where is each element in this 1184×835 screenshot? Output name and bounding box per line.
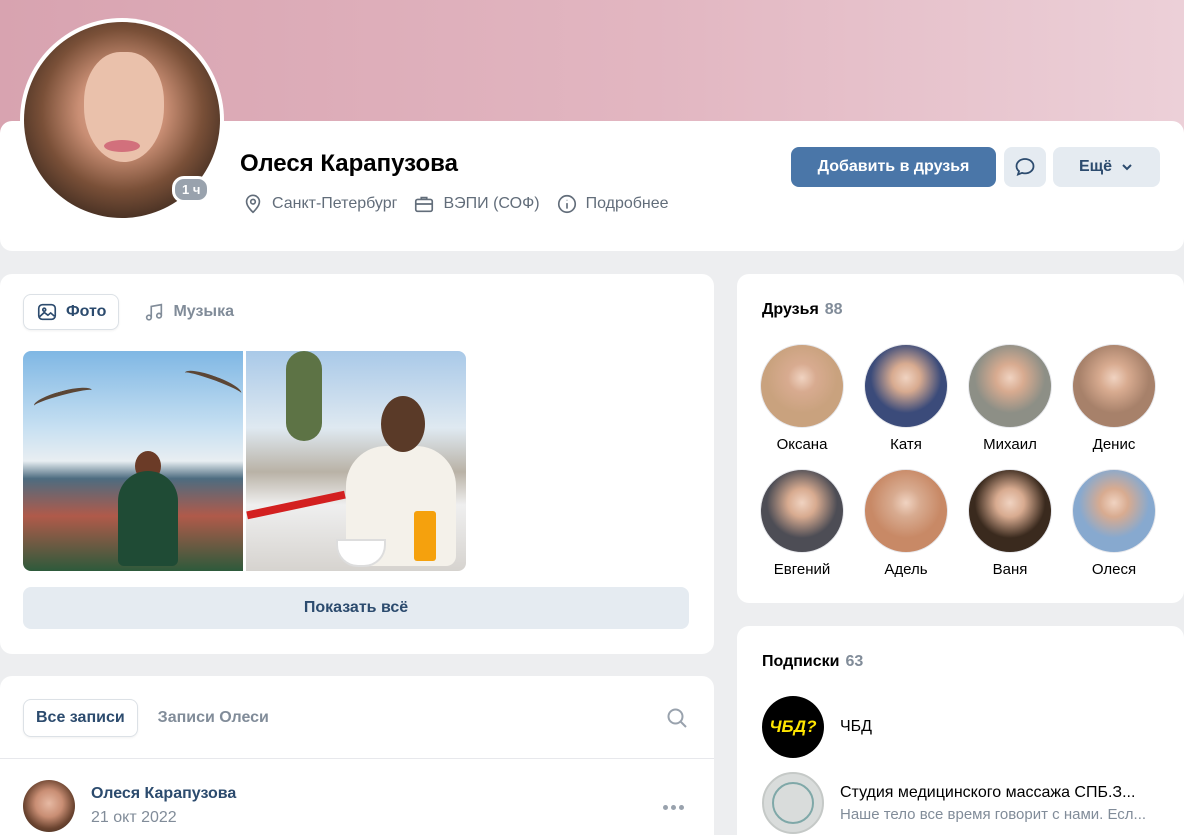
subscription-description: Наше тело все время говорит с нами. Есл.…	[840, 805, 1147, 823]
info-icon	[557, 194, 576, 214]
friend-avatar	[968, 469, 1052, 553]
add-friend-button[interactable]: Добавить в друзья	[791, 147, 996, 187]
details-label: Подробнее	[585, 195, 669, 212]
subscription-name: ЧБД	[840, 718, 872, 735]
subscription-item[interactable]: ЧБД? ЧБД	[762, 696, 1160, 758]
tab-all-posts[interactable]: Все записи	[23, 699, 138, 737]
friends-title[interactable]: Друзья 88	[762, 301, 843, 319]
friends-count: 88	[824, 301, 843, 318]
friend-avatar	[864, 344, 948, 428]
friend-item[interactable]: Катя	[861, 344, 951, 453]
subscription-name: Студия медицинского массажа СПБ.З...	[840, 783, 1136, 801]
online-status-badge: 1 ч	[172, 176, 211, 203]
subscriptions-title-label: Подписки	[762, 653, 840, 670]
friend-item[interactable]: Евгений	[757, 469, 847, 578]
photo-icon	[37, 303, 57, 321]
friend-item[interactable]: Олеся	[1069, 469, 1159, 578]
wall-card: Все записи Записи Олеси Олеся Карапузова…	[0, 676, 714, 835]
photo-thumbnail[interactable]	[23, 351, 243, 571]
subscription-item[interactable]: Студия медицинского массажа СПБ.З... Наш…	[762, 772, 1160, 834]
tab-photos[interactable]: Фото	[23, 294, 120, 330]
friend-name: Олеся	[1091, 561, 1137, 578]
friend-avatar	[1072, 469, 1156, 553]
profile-name: Олеся Карапузова	[240, 150, 458, 177]
friend-name: Евгений	[773, 561, 831, 578]
friend-name: Михаил	[983, 436, 1037, 453]
friend-item[interactable]: Оксана	[757, 344, 847, 453]
friends-title-label: Друзья	[762, 301, 819, 318]
subscription-logo: ЧБД?	[762, 696, 824, 758]
post-author-name[interactable]: Олеся Карапузова	[91, 785, 236, 803]
friend-avatar	[760, 469, 844, 553]
post-menu-icon[interactable]	[660, 794, 686, 820]
friend-avatar	[864, 469, 948, 553]
divider	[0, 758, 714, 759]
friend-item[interactable]: Адель	[861, 469, 951, 578]
friend-name: Адель	[884, 561, 928, 578]
city-label: Санкт-Петербург	[272, 195, 398, 212]
friend-name: Ваня	[992, 561, 1028, 578]
location-pin-icon	[245, 194, 261, 214]
friend-name: Денис	[1092, 436, 1136, 453]
chevron-down-icon	[1122, 164, 1132, 171]
friend-item[interactable]: Ваня	[965, 469, 1055, 578]
friend-avatar	[760, 344, 844, 428]
education-label: ВЭПИ (СОФ)	[443, 195, 540, 212]
tab-own-posts[interactable]: Записи Олеси	[146, 699, 281, 737]
subscriptions-card: Подписки 63 ЧБД? ЧБД Студия медицинского …	[737, 626, 1184, 835]
subscription-logo	[762, 772, 824, 834]
tab-photos-label: Фото	[66, 303, 107, 320]
friends-card: Друзья 88 Оксана Катя Михаил Денис Евгений Аде…	[737, 274, 1184, 603]
subscriptions-title[interactable]: Подписки 63	[762, 653, 863, 671]
more-button[interactable]: Ещё	[1053, 147, 1160, 187]
friend-name: Катя	[890, 436, 922, 453]
message-button[interactable]	[1004, 147, 1046, 187]
friend-name: Оксана	[776, 436, 828, 453]
tab-music[interactable]: Музыка	[131, 294, 246, 330]
subscriptions-count: 63	[845, 653, 864, 670]
friend-item[interactable]: Денис	[1069, 344, 1159, 453]
wall-tabs: Все записи Записи Олеси	[23, 699, 281, 737]
education-item[interactable]: ВЭПИ (СОФ)	[413, 193, 540, 215]
photo-thumbnail[interactable]	[246, 351, 466, 571]
more-label: Ещё	[1078, 158, 1113, 175]
tab-music-label: Музыка	[173, 303, 234, 320]
briefcase-icon	[415, 196, 434, 213]
media-tabs: Фото Музыка	[23, 294, 246, 330]
profile-info-row: Санкт-Петербург ВЭПИ (СОФ) Подробнее	[242, 193, 685, 215]
city-item[interactable]: Санкт-Петербург	[242, 193, 397, 215]
friend-avatar	[968, 344, 1052, 428]
show-all-button[interactable]: Показать всё	[23, 587, 689, 629]
details-link[interactable]: Подробнее	[556, 193, 669, 215]
music-note-icon	[146, 303, 163, 321]
post-author-avatar[interactable]	[23, 780, 75, 832]
search-icon[interactable]	[665, 706, 689, 730]
friend-avatar	[1072, 344, 1156, 428]
media-card: Фото Музыка Показать всё	[0, 274, 714, 654]
message-icon	[1015, 158, 1035, 177]
friend-item[interactable]: Михаил	[965, 344, 1055, 453]
post-date[interactable]: 21 окт 2022	[91, 809, 177, 827]
